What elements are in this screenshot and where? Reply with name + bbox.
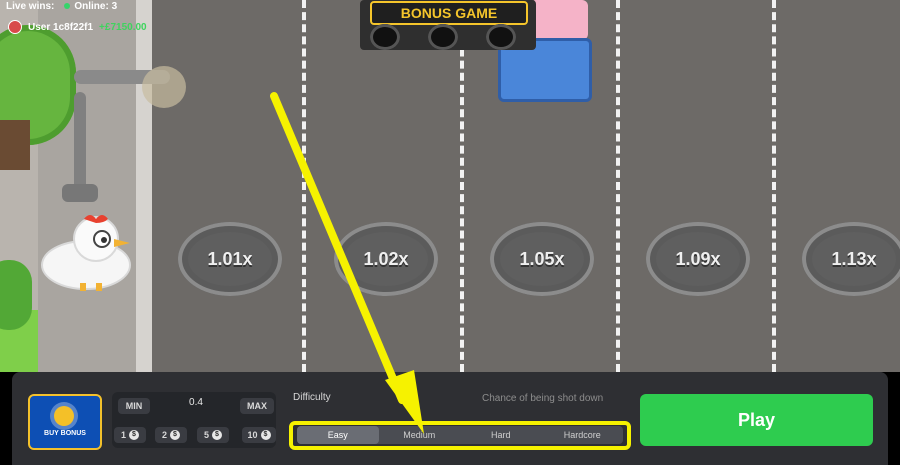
- annotation-arrow-icon: [270, 92, 424, 434]
- game-stage: Live wins: Online: 3 User 1c8f22f1 +£715…: [0, 0, 900, 465]
